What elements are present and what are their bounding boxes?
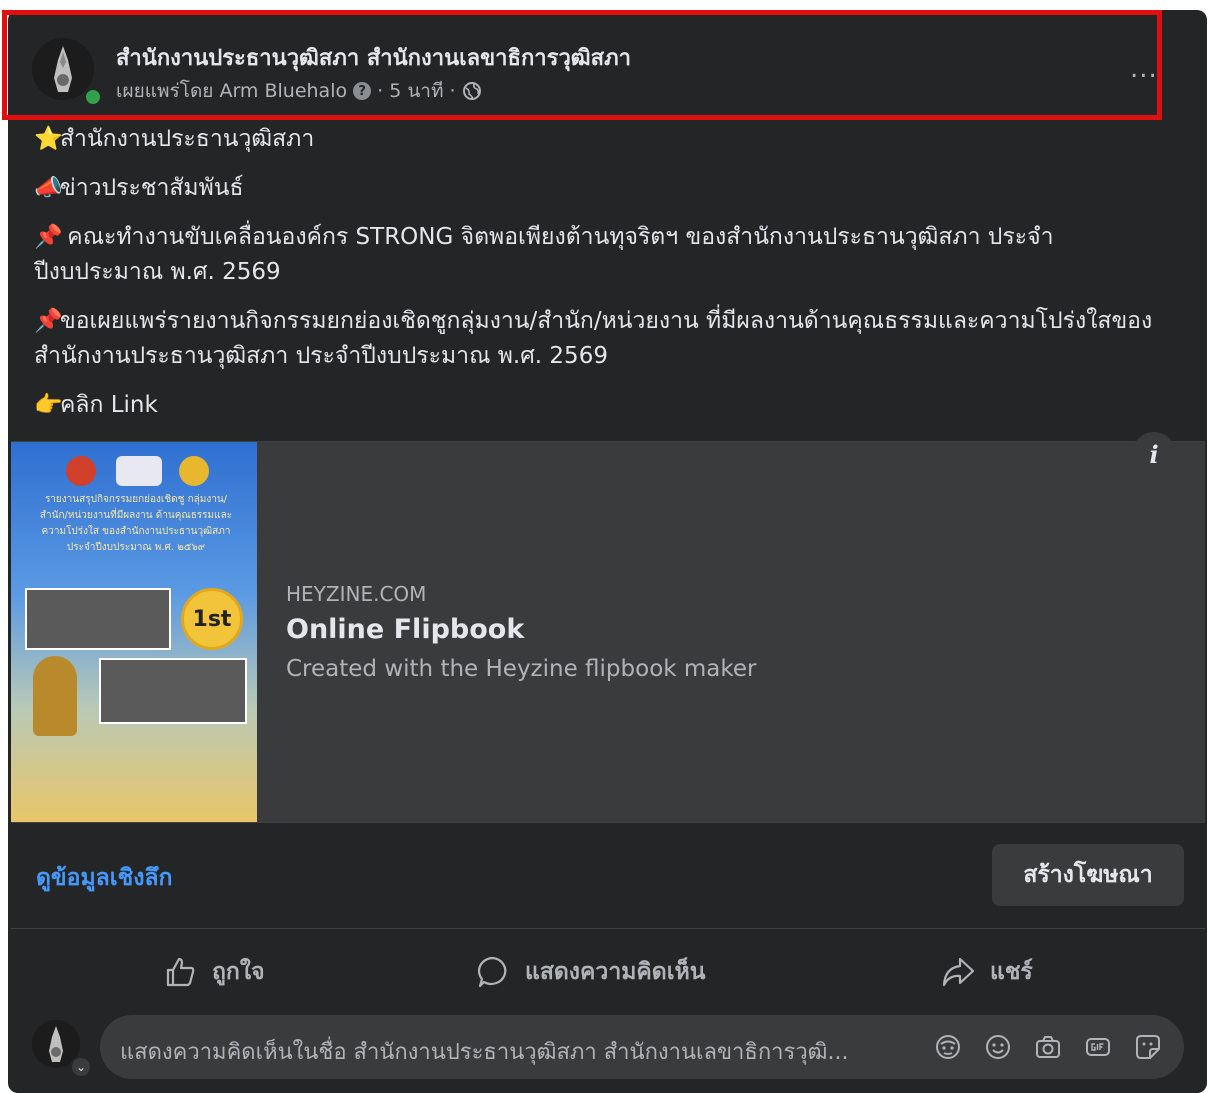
group-photo: [25, 588, 171, 650]
pin-icon: 📌: [34, 308, 63, 334]
post-line: 📌 คณะทำงานขับเคลื่อนองค์กร STRONG จิตพอเ…: [34, 220, 1174, 290]
boost-post-button[interactable]: สร้างโฆษณา: [992, 844, 1184, 906]
comment-bubble-icon: [477, 956, 507, 988]
link-preview[interactable]: รายงานสรุปกิจกรรมยกย่องเชิดชู กลุ่มงาน/ส…: [11, 441, 1205, 823]
pointing-hand-icon: 👉: [34, 392, 63, 418]
post-line: 📣ข่าวประชาสัมพันธ์: [34, 171, 1174, 206]
link-domain: HEYZINE.COM: [286, 582, 427, 606]
post-line: ⭐สำนักงานประธานวุฒิสภา: [34, 122, 1174, 157]
first-place-medal: 1st: [181, 588, 243, 650]
share-arrow-icon: [942, 957, 975, 987]
post-line: 📌ขอเผยแพร่รายงานกิจกรรมยกย่องเชิดชูกลุ่ม…: [34, 304, 1174, 374]
star-icon: ⭐: [34, 126, 63, 152]
chevron-down-icon[interactable]: ⌄: [70, 1056, 92, 1078]
trophy-icon: [33, 656, 77, 736]
thumbs-up-icon: [166, 957, 195, 987]
post-body: ⭐สำนักงานประธานวุฒิสภา 📣ข่าวประชาสัมพันธ…: [34, 122, 1174, 437]
seal-icon: [179, 456, 209, 486]
view-insights-link[interactable]: ดูข้อมูลเชิงลึก: [36, 860, 172, 896]
emoji-icon[interactable]: [980, 1029, 1016, 1065]
avatar-sticker-icon[interactable]: [930, 1029, 966, 1065]
emblem-icon: [66, 456, 96, 486]
comment-button[interactable]: แสดงความคิดเห็น: [475, 946, 705, 998]
strong-logo-icon: [116, 456, 162, 486]
comment-tools: [930, 1029, 1166, 1065]
info-icon[interactable]: i: [1132, 432, 1176, 476]
comment-label: แสดงความคิดเห็น: [525, 959, 706, 985]
link-title[interactable]: Online Flipbook: [286, 614, 524, 645]
comment-placeholder: แสดงความคิดเห็นในชื่อ สำนักงานประธานวุฒิ…: [120, 1040, 849, 1065]
divider: [11, 928, 1205, 929]
camera-icon[interactable]: [1030, 1029, 1066, 1065]
like-button[interactable]: ถูกใจ: [162, 946, 265, 998]
post-line: 👉คลิก Link: [34, 388, 1174, 423]
post-card: สำนักงานประธานวุฒิสภา สำนักงานเลขาธิการว…: [8, 10, 1207, 1093]
group-photo: [99, 658, 247, 724]
sticker-icon[interactable]: [1130, 1029, 1166, 1065]
comment-input[interactable]: แสดงความคิดเห็นในชื่อ สำนักงานประธานวุฒิ…: [100, 1015, 1184, 1079]
share-label: แชร์: [990, 959, 1033, 985]
gif-icon[interactable]: [1080, 1029, 1116, 1065]
thumbnail-text: รายงานสรุปกิจกรรมยกย่องเชิดชู กลุ่มงาน/ส…: [39, 494, 233, 553]
share-button[interactable]: แชร์: [940, 946, 1033, 998]
like-label: ถูกใจ: [212, 959, 265, 985]
link-thumbnail[interactable]: รายงานสรุปกิจกรรมยกย่องเชิดชู กลุ่มงาน/ส…: [11, 442, 257, 822]
link-description: Created with the Heyzine flipbook maker: [286, 656, 757, 682]
highlight-annotation-box: [2, 10, 1162, 120]
megaphone-icon: 📣: [34, 175, 63, 201]
pin-icon: 📌: [34, 224, 63, 250]
